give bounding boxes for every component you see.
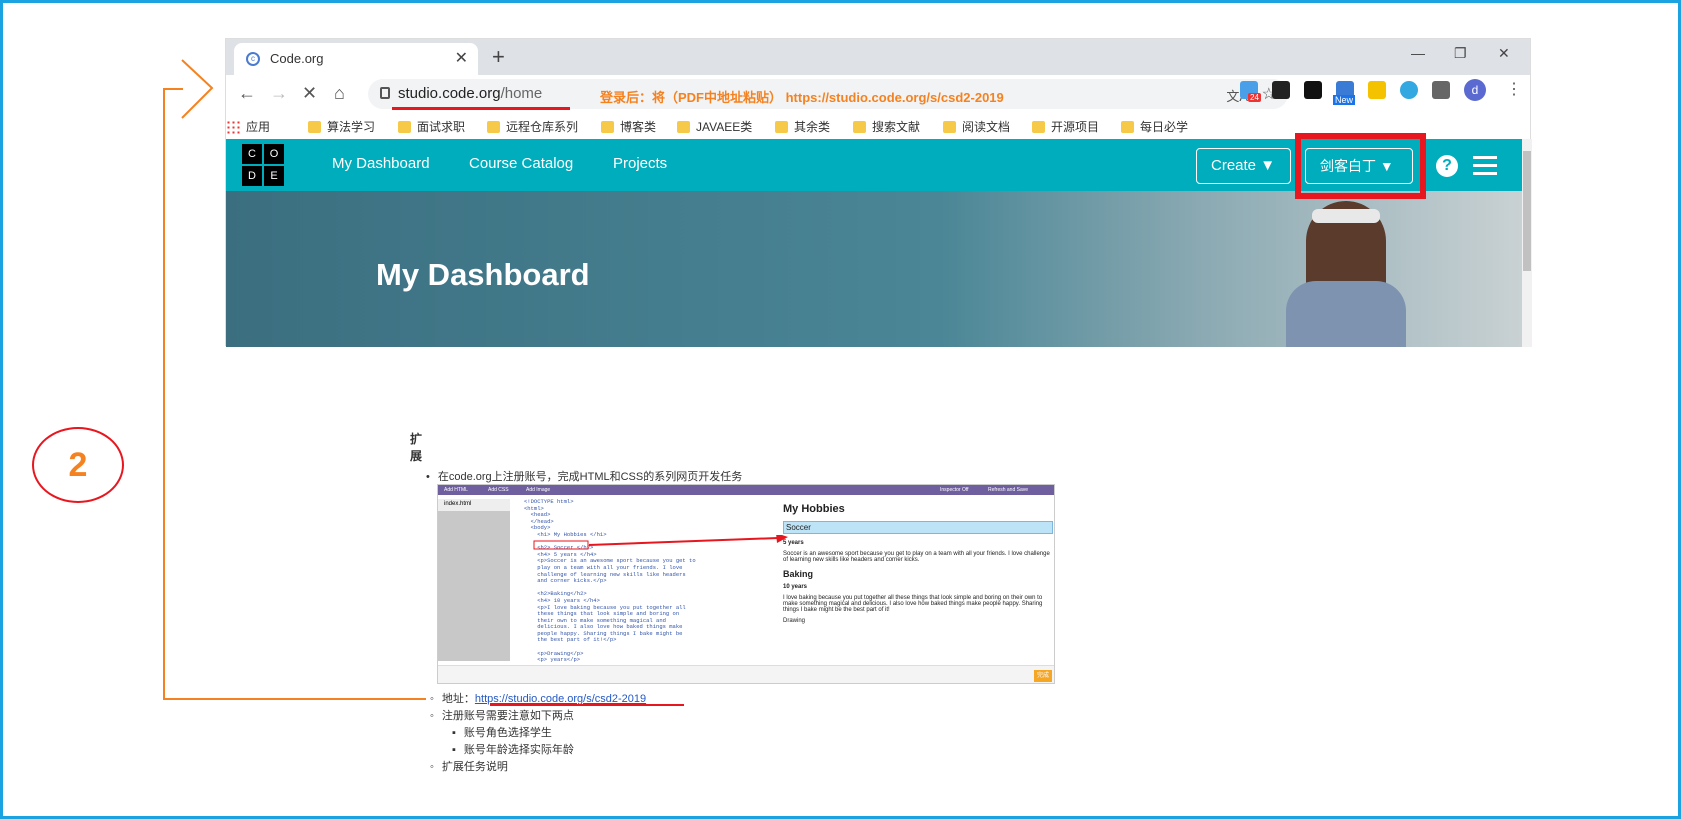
extension-2-icon[interactable] <box>1272 81 1290 99</box>
preview-pane: My Hobbies Soccer 5 years Soccer is an a… <box>783 499 1053 659</box>
connector-bottom <box>163 698 426 700</box>
folder-icon <box>1032 121 1045 133</box>
student-photo <box>1286 201 1406 347</box>
create-dropdown-button[interactable]: Create ▼ <box>1196 148 1291 184</box>
bookmark-folder[interactable]: 算法学习 <box>308 118 375 135</box>
list-item-note: ▪ 账号角色选择学生 <box>452 727 552 739</box>
extension-1-badge: 24 <box>1248 93 1261 102</box>
link-underline <box>490 704 684 706</box>
bookmark-folder[interactable]: 每日必学 <box>1121 118 1188 135</box>
connector-vertical <box>163 88 165 700</box>
lock-icon <box>380 87 390 99</box>
url-underline <box>392 107 570 110</box>
address-url: studio.code.org/home <box>398 85 543 102</box>
folder-icon <box>775 121 788 133</box>
list-item: • 在code.org上注册账号，完成HTML和CSS的系列网页开发任务 <box>426 471 743 483</box>
done-button[interactable]: 完成 <box>1034 670 1052 682</box>
section-heading: 扩展 <box>410 432 423 463</box>
editor-toolbar: Add HTML Add CSS Add Image Inspector Off… <box>438 485 1054 495</box>
codeorg-favicon-icon: c <box>246 52 260 66</box>
tab-code-org[interactable]: c Code.org ✕ <box>234 43 478 75</box>
extensions-puzzle-icon[interactable] <box>1432 81 1450 99</box>
page-scrollbar[interactable] <box>1522 139 1532 347</box>
extension-4-badge: New <box>1333 95 1356 105</box>
stop-loading-icon[interactable]: ✕ <box>302 83 317 104</box>
tab-close-icon[interactable]: ✕ <box>455 48 468 68</box>
browser-window: c Code.org ✕ + — ❐ ✕ ← → ✕ ⌂ studio.code… <box>225 38 1532 347</box>
bookmark-folder[interactable]: 开源项目 <box>1032 118 1099 135</box>
forward-icon[interactable]: → <box>270 83 288 104</box>
minimize-icon[interactable]: — <box>1411 45 1425 61</box>
user-menu-highlight <box>1295 133 1426 199</box>
folder-icon <box>487 121 500 133</box>
home-icon[interactable]: ⌂ <box>334 83 345 104</box>
bookmark-folder[interactable]: 面试求职 <box>398 118 465 135</box>
folder-icon <box>677 121 690 133</box>
file-sidebar <box>438 499 510 661</box>
apps-grid-icon <box>226 120 240 134</box>
folder-icon <box>1121 121 1134 133</box>
dashboard-banner: My Dashboard <box>226 191 1522 347</box>
caret-down-icon: ▼ <box>1260 157 1276 174</box>
folder-icon <box>398 121 411 133</box>
nav-my-dashboard[interactable]: My Dashboard <box>332 155 430 172</box>
page-title: My Dashboard <box>376 257 590 292</box>
hamburger-menu-icon[interactable] <box>1473 156 1497 175</box>
extension-6-icon[interactable] <box>1400 81 1418 99</box>
login-paste-note: 登录后：将（PDF中地址粘贴） https://studio.code.org/… <box>600 90 1004 105</box>
connector-arrow-icon <box>181 59 214 119</box>
code-editor[interactable]: <!DOCTYPE html> <html> <head> </head> <b… <box>524 498 744 663</box>
bookmark-folder[interactable]: 远程仓库系列 <box>487 118 578 135</box>
back-icon[interactable]: ← <box>238 83 256 104</box>
bookmark-folder[interactable]: 搜索文献 <box>853 118 920 135</box>
embedded-editor-screenshot: Add HTML Add CSS Add Image Inspector Off… <box>437 484 1055 684</box>
editor-footer: 完成 <box>438 665 1054 683</box>
extension-5-icon[interactable] <box>1368 81 1386 99</box>
folder-icon <box>308 121 321 133</box>
restore-icon[interactable]: ❐ <box>1454 45 1467 62</box>
red-arrow-icon <box>533 535 788 550</box>
folder-icon <box>601 121 614 133</box>
help-icon[interactable]: ? <box>1436 155 1458 177</box>
list-item-note: ▪ 账号年龄选择实际年龄 <box>452 744 574 756</box>
new-tab-button[interactable]: + <box>492 44 505 70</box>
profile-avatar[interactable]: d <box>1464 79 1486 101</box>
list-item-notes: ◦ 注册账号需要注意如下两点 <box>430 710 574 722</box>
extension-3-icon[interactable] <box>1304 81 1322 99</box>
bookmark-folder[interactable]: JAVAEE类 <box>677 118 752 135</box>
folder-icon <box>853 121 866 133</box>
bookmark-folder[interactable]: 其余类 <box>775 118 830 135</box>
bookmark-folder[interactable]: 博客类 <box>601 118 656 135</box>
browser-menu-icon[interactable]: ⋮ <box>1506 79 1522 99</box>
codeorg-logo[interactable]: C O D E <box>242 144 284 186</box>
tab-title: Code.org <box>270 51 324 66</box>
file-tab[interactable]: index.html <box>438 499 510 511</box>
tab-strip: c Code.org ✕ + — ❐ ✕ <box>226 39 1530 75</box>
window-close-icon[interactable]: ✕ <box>1498 45 1510 62</box>
folder-icon <box>943 121 956 133</box>
bookmark-apps[interactable]: 应用 <box>226 118 270 135</box>
nav-course-catalog[interactable]: Course Catalog <box>469 155 573 172</box>
bookmark-folder[interactable]: 阅读文档 <box>943 118 1010 135</box>
nav-projects[interactable]: Projects <box>613 155 667 172</box>
address-bar[interactable]: studio.code.org/home 登录后：将（PDF中地址粘贴） htt… <box>368 79 1288 109</box>
list-item-task: ◦ 扩展任务说明 <box>430 761 508 773</box>
step-number-badge: 2 <box>32 427 124 503</box>
